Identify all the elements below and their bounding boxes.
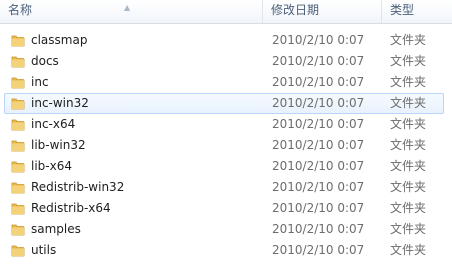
folder-icon <box>11 161 25 173</box>
file-row[interactable]: classmap 2010/2/10 0:07 文件夹 <box>0 30 452 51</box>
folder-icon <box>11 56 25 68</box>
file-date: 2010/2/10 0:07 <box>272 54 365 68</box>
file-row[interactable]: Redistrib-win32 2010/2/10 0:07 文件夹 <box>0 177 452 198</box>
file-type: 文件夹 <box>390 243 427 257</box>
file-name: inc-win32 <box>31 96 89 110</box>
file-row[interactable]: docs 2010/2/10 0:07 文件夹 <box>0 51 452 72</box>
file-type: 文件夹 <box>390 159 427 173</box>
file-row-hovered[interactable]: inc-win32 2010/2/10 0:07 文件夹 <box>4 93 444 114</box>
file-date: 2010/2/10 0:07 <box>272 75 365 89</box>
column-header-date[interactable]: 修改日期 <box>262 0 380 23</box>
file-date: 2010/2/10 0:07 <box>272 33 365 47</box>
file-type: 文件夹 <box>390 201 427 215</box>
file-date: 2010/2/10 0:07 <box>272 180 365 194</box>
file-name: classmap <box>31 33 88 47</box>
column-header-name-label: 名称 <box>8 3 33 17</box>
file-type: 文件夹 <box>390 96 427 110</box>
file-type: 文件夹 <box>390 117 427 131</box>
file-name: utils <box>31 243 57 257</box>
file-row[interactable]: inc 2010/2/10 0:07 文件夹 <box>0 72 452 93</box>
column-header-name[interactable]: 名称 ▲ <box>0 0 261 23</box>
file-name: docs <box>31 54 59 68</box>
folder-icon <box>11 203 25 215</box>
folder-icon <box>11 98 25 110</box>
file-name: lib-win32 <box>31 138 86 152</box>
folder-icon <box>11 182 25 194</box>
file-row[interactable]: Redistrib-x64 2010/2/10 0:07 文件夹 <box>0 198 452 219</box>
file-list: classmap 2010/2/10 0:07 文件夹 docs 2010/2/… <box>0 30 452 261</box>
column-header-type-label: 类型 <box>390 3 415 17</box>
folder-icon <box>11 119 25 131</box>
file-row[interactable]: samples 2010/2/10 0:07 文件夹 <box>0 219 452 240</box>
file-name: Redistrib-x64 <box>31 201 111 215</box>
file-date: 2010/2/10 0:07 <box>272 138 365 152</box>
file-date: 2010/2/10 0:07 <box>272 201 365 215</box>
file-date: 2010/2/10 0:07 <box>272 117 365 131</box>
file-type: 文件夹 <box>390 180 427 194</box>
file-row[interactable]: lib-win32 2010/2/10 0:07 文件夹 <box>0 135 452 156</box>
column-header-date-label: 修改日期 <box>271 3 320 17</box>
folder-icon <box>11 77 25 89</box>
file-row[interactable]: lib-x64 2010/2/10 0:07 文件夹 <box>0 156 452 177</box>
sort-arrow-icon: ▲ <box>124 3 131 12</box>
file-date: 2010/2/10 0:07 <box>272 159 365 173</box>
file-row[interactable]: inc-x64 2010/2/10 0:07 文件夹 <box>0 114 452 135</box>
folder-icon <box>11 140 25 152</box>
file-type: 文件夹 <box>390 75 427 89</box>
column-header-bar: 名称 ▲ 修改日期 类型 <box>0 0 452 24</box>
file-name: lib-x64 <box>31 159 72 173</box>
file-name: inc <box>31 75 49 89</box>
folder-icon <box>11 245 25 257</box>
file-name: samples <box>31 222 81 236</box>
file-row[interactable]: utils 2010/2/10 0:07 文件夹 <box>0 240 452 261</box>
file-date: 2010/2/10 0:07 <box>272 243 365 257</box>
file-type: 文件夹 <box>390 138 427 152</box>
file-name: inc-x64 <box>31 117 76 131</box>
column-header-type[interactable]: 类型 <box>381 0 452 23</box>
folder-icon <box>11 35 25 47</box>
file-date: 2010/2/10 0:07 <box>272 96 365 110</box>
file-type: 文件夹 <box>390 222 427 236</box>
folder-icon <box>11 224 25 236</box>
file-date: 2010/2/10 0:07 <box>272 222 365 236</box>
file-name: Redistrib-win32 <box>31 180 125 194</box>
file-type: 文件夹 <box>390 54 427 68</box>
file-type: 文件夹 <box>390 33 427 47</box>
